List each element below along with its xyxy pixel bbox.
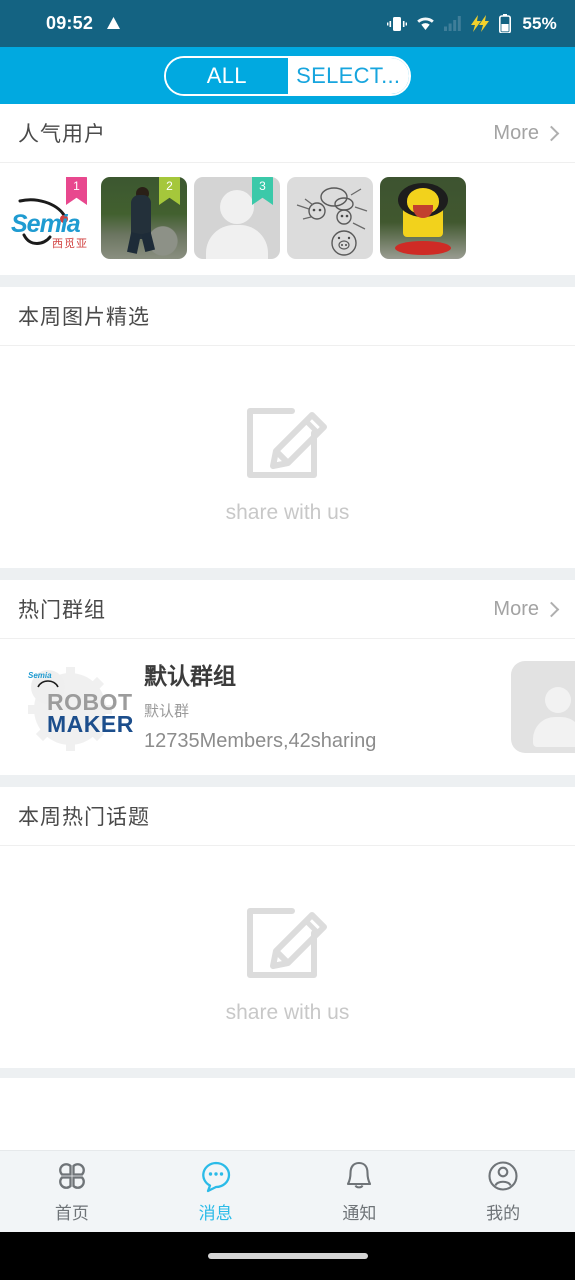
status-bar-clock: 09:52 (46, 13, 94, 33)
avatar-user-2[interactable]: 2 (101, 177, 187, 259)
section-divider-4 (0, 1068, 575, 1078)
tab-profile-label: 我的 (486, 1204, 521, 1223)
triangle-warning-icon (107, 16, 121, 31)
section-weekly-pictures: 本周图片精选 share with us (0, 287, 575, 568)
more-label: More (493, 121, 539, 144)
signal-bars-icon (444, 16, 462, 31)
group-meta: 12735Members,42sharing (144, 730, 377, 752)
weekly-topics-empty-label: share with us (225, 1001, 350, 1024)
home-indicator[interactable] (207, 1253, 368, 1259)
wifi-icon (416, 16, 435, 31)
default-person-body-icon (206, 225, 268, 259)
group-list-item[interactable]: Semia ROBOT MAKER 默认群组 默认群 12735Members,… (0, 639, 575, 775)
bottom-tab-bar: 首页 消息 通知 我的 (0, 1150, 575, 1232)
section-divider-2 (0, 568, 575, 580)
section-divider-3 (0, 775, 575, 787)
group-name: 默认群组 (144, 663, 236, 689)
person-circle-icon (488, 1161, 518, 1191)
tab-notifications-label: 通知 (342, 1204, 377, 1223)
group-logo-badge: Semia (28, 671, 52, 680)
battery-percent-label: 55% (522, 13, 557, 33)
default-person-body-icon (533, 717, 575, 747)
popular-users-avatar-strip[interactable]: Semia 西觅亚 1 2 3 (0, 163, 575, 275)
more-label: More (493, 597, 539, 620)
avatar-user-1[interactable]: Semia 西觅亚 1 (8, 177, 94, 259)
hot-groups-more-button[interactable]: More (493, 597, 560, 621)
group-logo-bottom: MAKER (47, 711, 134, 737)
tab-notifications[interactable]: 通知 (288, 1159, 432, 1224)
photo-figure-leg-right (140, 232, 156, 252)
weekly-pictures-empty-label: share with us (225, 501, 350, 524)
default-person-head-icon (545, 687, 571, 713)
lion-base (395, 241, 451, 255)
weekly-pictures-title: 本周图片精选 (18, 306, 150, 329)
rank-badge-2: 2 (159, 177, 180, 205)
group-avatar: Semia ROBOT MAKER (14, 659, 133, 751)
section-divider-1 (0, 275, 575, 287)
chevron-right-icon (543, 601, 560, 617)
section-hot-groups: 热门群组 More Semia ROBOT MAKER 默认群组 默认群 127… (0, 580, 575, 775)
rank-badge-3: 3 (252, 177, 273, 205)
weekly-pictures-empty-state[interactable]: share with us (0, 346, 575, 568)
section-weekly-topics: 本周热门话题 share with us (0, 787, 575, 1068)
status-bar: 09:52 55% (0, 0, 575, 47)
compose-pencil-icon (246, 408, 327, 478)
popular-users-header: 人气用户 More (0, 104, 575, 163)
weekly-pictures-header: 本周图片精选 (0, 287, 575, 346)
avatar-user-5[interactable] (380, 177, 466, 259)
popular-users-more-button[interactable]: More (493, 121, 560, 145)
segment-select[interactable]: SELECT... (287, 57, 409, 94)
photo-figure-leg-left (127, 232, 141, 254)
group-subtitle: 默认群 (144, 703, 190, 720)
default-person-head-icon (220, 190, 254, 224)
bell-icon (347, 1161, 372, 1189)
filter-segmented-control[interactable]: ALL SELECT... (164, 55, 411, 96)
section-popular-users: 人气用户 More Semia 西觅亚 1 2 3 (0, 104, 575, 275)
hot-groups-header: 热门群组 More (0, 580, 575, 639)
grid-clover-icon (59, 1163, 85, 1189)
tab-messages[interactable]: 消息 (144, 1159, 288, 1224)
semia-logo-cn: 西觅亚 (52, 238, 88, 250)
doodle-sketch-icon (296, 187, 368, 256)
tab-messages-label: 消息 (198, 1204, 233, 1223)
battery-icon (499, 14, 512, 33)
tab-home-label: 首页 (54, 1204, 89, 1223)
compose-pencil-icon (246, 908, 327, 978)
chat-bubble-icon (201, 1161, 230, 1193)
segment-all[interactable]: ALL (166, 57, 288, 94)
weekly-topics-title: 本周热门话题 (18, 806, 150, 829)
tab-profile[interactable]: 我的 (431, 1159, 575, 1224)
lightning-bolt-icon (471, 15, 490, 32)
avatar-user-4[interactable] (287, 177, 373, 259)
tab-home[interactable]: 首页 (0, 1159, 144, 1224)
avatar-user-3[interactable]: 3 (194, 177, 280, 259)
app-header: ALL SELECT... (0, 47, 575, 104)
system-gesture-bar (0, 1232, 575, 1280)
vibrate-icon (387, 16, 408, 32)
weekly-topics-empty-state[interactable]: share with us (0, 846, 575, 1068)
chevron-right-icon (543, 125, 560, 141)
group-list-item-next-partial[interactable] (511, 661, 575, 753)
hot-groups-title: 热门群组 (18, 599, 106, 622)
weekly-topics-header: 本周热门话题 (0, 787, 575, 846)
popular-users-title: 人气用户 (18, 123, 106, 146)
